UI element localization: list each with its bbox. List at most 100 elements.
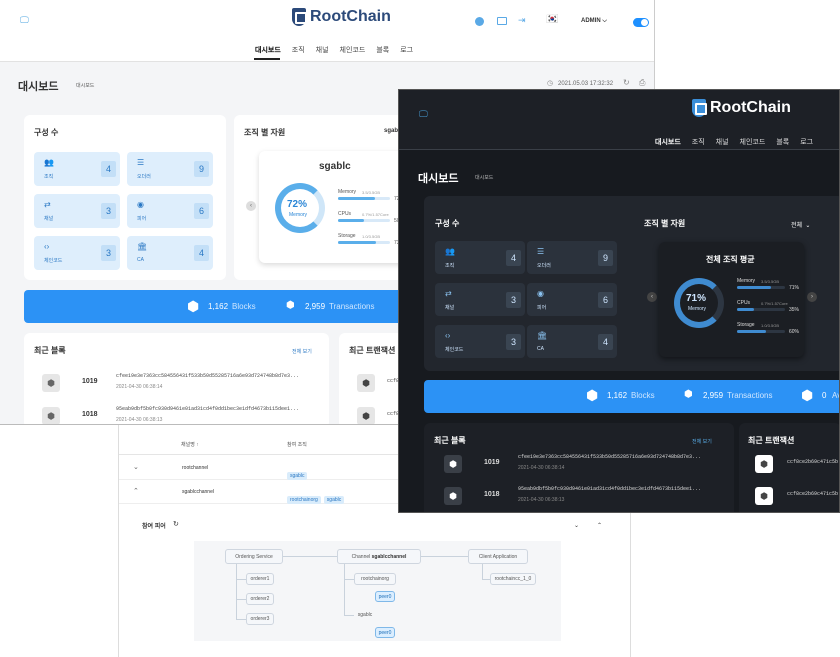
composition-tile[interactable]: 👥 조직 4: [435, 241, 525, 274]
logout-icon[interactable]: ⇥: [518, 16, 526, 25]
language-flag[interactable]: 🇰🇷: [546, 15, 558, 25]
block-hash[interactable]: cfee19e3e7363cc584556431f533b50d55285716…: [518, 454, 701, 460]
tile-label: 피어: [137, 216, 147, 222]
theme-toggle[interactable]: [633, 18, 649, 27]
main-nav: 대시보드 조직 채널 체인코드 블록 로그: [655, 137, 813, 147]
peer-node[interactable]: peer0: [375, 591, 395, 602]
brand-logo[interactable]: RootChain: [292, 8, 391, 26]
next-arrow-icon[interactable]: ›: [807, 292, 817, 302]
brand-logo[interactable]: RootChain: [692, 99, 791, 117]
nav-dashboard[interactable]: 대시보드: [655, 137, 681, 147]
table-row[interactable]: ⬢ ccf8ce2b69c471c5b: [755, 454, 839, 474]
resource-bar: [737, 330, 785, 333]
tile-value: 3: [506, 292, 521, 308]
nav-channel[interactable]: 채널: [316, 45, 329, 55]
composition-tile[interactable]: ☰ 오더러 9: [127, 152, 213, 186]
composition-tile[interactable]: 🏛 CA 4: [527, 325, 617, 358]
nav-dashboard[interactable]: 대시보드: [255, 45, 281, 55]
tile-value: 4: [194, 245, 209, 261]
chevron-up-icon[interactable]: ⌃: [597, 522, 602, 529]
recent-tx-title: 최근 트랜잭션: [748, 436, 795, 445]
org-node[interactable]: rootchainorg: [354, 573, 396, 585]
orderer-node[interactable]: orderer3: [246, 613, 274, 625]
connector-line: [482, 564, 483, 579]
tx-label: Transactions: [727, 391, 773, 400]
table-row[interactable]: ⬢ 1018 95eab9dbf5b0fc930d9461e01ad31cd4f0d…: [444, 486, 734, 506]
org-select[interactable]: 전체 ⌄: [791, 220, 810, 229]
tile-value: 4: [598, 334, 613, 350]
nav-log[interactable]: 로그: [800, 137, 813, 147]
nav-chaincode[interactable]: 체인코드: [740, 137, 766, 147]
orderer-node[interactable]: orderer2: [246, 593, 274, 605]
table-row[interactable]: ⬢ ccf8ce2b69c471c5b: [755, 486, 839, 506]
nav-log[interactable]: 로그: [400, 45, 413, 55]
block-hash[interactable]: cfee19e3e7363cc584556431f533b50d55285716…: [116, 373, 299, 379]
monitor-icon[interactable]: 🖵: [20, 16, 29, 25]
nav-block[interactable]: 블록: [776, 137, 789, 147]
nav-chaincode[interactable]: 체인코드: [340, 45, 366, 55]
chevron-down-icon[interactable]: ⌄: [574, 522, 579, 529]
nav-org[interactable]: 조직: [292, 45, 305, 55]
composition-tile[interactable]: ⇄ 채널 3: [435, 283, 525, 316]
block-time: 2021-04-30 06:38:13: [116, 417, 163, 423]
brand-name: RootChain: [310, 8, 391, 25]
print-icon[interactable]: ⎙: [639, 78, 645, 88]
refresh-icon[interactable]: ↻: [623, 78, 630, 87]
chaincode-node[interactable]: rootchaincc_1_0: [490, 573, 536, 585]
org-node[interactable]: sgablc: [354, 609, 376, 621]
collapse-icon[interactable]: ⌃: [133, 487, 139, 495]
block-number: 1018: [484, 491, 500, 498]
prev-arrow-icon[interactable]: ‹: [246, 201, 256, 211]
bar-label: CPUs: [338, 211, 352, 217]
composition-tile[interactable]: 👥 조직 4: [34, 152, 120, 186]
tile-value: 9: [598, 250, 613, 266]
info-icon[interactable]: [475, 17, 484, 26]
composition-tile[interactable]: ‹› 체인코드 3: [34, 236, 120, 270]
channel-node[interactable]: Channel sgablcchannel: [337, 549, 421, 564]
admin-menu[interactable]: ADMIN ⌵: [581, 18, 607, 25]
bar-sub: 0.7%/1.57Core: [761, 301, 788, 306]
tx-hash[interactable]: ccf8ce2b69c471c5b: [787, 459, 838, 465]
table-row[interactable]: ⬢ 1019 cfee19e3e7363cc584556431f533b50d552…: [444, 454, 734, 474]
client-application-node[interactable]: Client Application: [468, 549, 528, 564]
resource-bar: [338, 241, 390, 244]
ordering-service-node[interactable]: Ordering Service: [225, 549, 283, 564]
block-hash[interactable]: 95eab9dbf5b0fc930d9461e01ad31cd4f0dd1bec…: [518, 486, 701, 492]
table-row[interactable]: ⬢ 1019 cfee19e3e7363cc584556431f533b50d552…: [42, 373, 332, 393]
swap-icon: ⇄: [44, 200, 51, 209]
block-time: 2021-04-30 06:38:14: [116, 384, 163, 390]
composition-tile[interactable]: ◉ 피어 6: [527, 283, 617, 316]
org-resource-panel: sgablc 72% Memory Memory3.5/3.5GB72%CPUs…: [259, 151, 409, 263]
table-row[interactable]: ⬢ 1018 95eab9dbf5b0fc930d9461e01ad31cd4f0d…: [42, 406, 332, 424]
org-tag: rootchainorg: [287, 496, 321, 504]
composition-tile[interactable]: ⇄ 채널 3: [34, 194, 120, 228]
composition-tile[interactable]: ‹› 체인코드 3: [435, 325, 525, 358]
prev-arrow-icon[interactable]: ‹: [647, 292, 657, 302]
channel-diagram: Ordering Service Channel sgablcchannel C…: [194, 541, 561, 641]
monitor-icon[interactable]: 🖵: [419, 110, 428, 119]
nav-block[interactable]: 블록: [376, 45, 389, 55]
tx-cube-icon: ⬢: [755, 455, 773, 473]
composition-tile[interactable]: ◉ 피어 6: [127, 194, 213, 228]
tile-label: 채널: [44, 216, 54, 222]
dark-dashboard-window: 🖵 RootChain 대시보드 조직 채널 체인코드 블록 로그 대시보드 대…: [398, 89, 840, 513]
nav-org[interactable]: 조직: [692, 137, 705, 147]
refresh-icon[interactable]: ↻: [173, 520, 179, 528]
orderer-node[interactable]: orderer1: [246, 573, 274, 585]
dark-top-cards: 구성 수 👥 조직 4 ☰ 오더러 9 ⇄ 채널 3 ◉ 피어 6 ‹› 체인코드 3 🏛 CA 4 조직 별 자…: [424, 196, 839, 371]
gauge-label: Memory: [289, 212, 308, 218]
peer-node[interactable]: peer0: [375, 627, 395, 638]
view-all-link[interactable]: 전체 보기: [692, 438, 712, 445]
composition-tile[interactable]: 🏛 CA 4: [127, 236, 213, 270]
nav-channel[interactable]: 채널: [716, 137, 729, 147]
bar-pct: 71%: [789, 285, 800, 291]
tx-hash[interactable]: ccf8ce2b69c471c5b: [787, 491, 838, 497]
book-icon[interactable]: [497, 17, 507, 25]
col-channel-name[interactable]: 채널명 ↑: [181, 441, 199, 448]
page-title: 대시보드: [18, 81, 59, 93]
view-all-link[interactable]: 전체 보기: [292, 348, 312, 355]
expand-icon[interactable]: ⌄: [133, 463, 139, 471]
composition-tile[interactable]: ☰ 오더러 9: [527, 241, 617, 274]
channel-node-name: sgablcchannel: [371, 553, 407, 560]
block-hash[interactable]: 95eab9dbf5b0fc930d9461e01ad31cd4f0dd1bec…: [116, 406, 299, 412]
